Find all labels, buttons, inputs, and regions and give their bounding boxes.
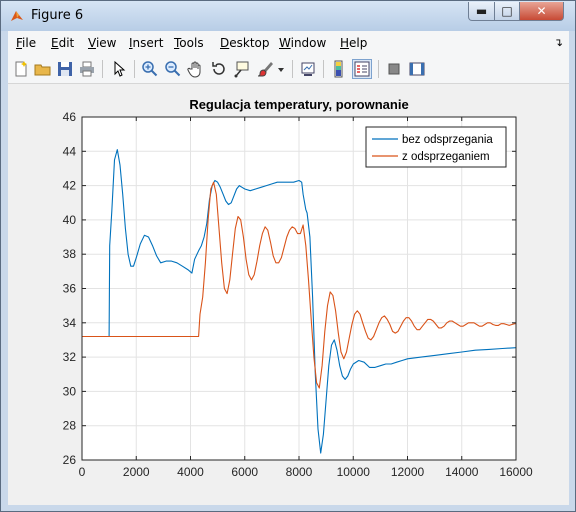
brush-icon xyxy=(257,62,273,77)
menu-edit[interactable]: Edit xyxy=(51,36,74,50)
line-chart[interactable]: 0 2000 4000 6000 8000 10000 12000 14000 16000 26 2… xyxy=(8,84,569,505)
data-cursor-button[interactable] xyxy=(232,59,252,79)
legend-label-2: z odsprzeganiem xyxy=(402,151,490,163)
link-plot-icon xyxy=(301,62,315,76)
menu-help[interactable]: Help xyxy=(340,36,367,50)
matlab-logo-icon xyxy=(11,11,23,21)
y-tick-label: 36 xyxy=(63,282,77,296)
insert-legend-button[interactable] xyxy=(352,59,372,79)
figure-client-area: File Edit View Insert Tools Desktop Wind… xyxy=(8,31,569,505)
chart-title: Regulacja temperatury, porownanie xyxy=(189,97,408,112)
menu-view[interactable]: View xyxy=(88,36,116,50)
minimize-icon: ▬ xyxy=(475,4,488,18)
edit-plot-button[interactable] xyxy=(109,59,129,79)
zoom-in-button[interactable] xyxy=(140,59,160,79)
menu-window[interactable]: Window xyxy=(279,36,326,50)
y-tick-label: 32 xyxy=(63,350,77,364)
pan-button[interactable] xyxy=(186,59,206,79)
menu-bar: File Edit View Insert Tools Desktop Wind… xyxy=(8,31,569,55)
y-tick-label: 34 xyxy=(63,316,77,330)
hide-plot-tools-button[interactable] xyxy=(384,59,404,79)
plot-area: 0 2000 4000 6000 8000 10000 12000 14000 16000 26 2… xyxy=(8,84,569,505)
menu-insert[interactable]: Insert xyxy=(129,36,163,50)
link-plot-button[interactable] xyxy=(298,59,318,79)
toolbar-separator xyxy=(134,60,135,78)
close-button[interactable]: ✕ xyxy=(519,2,564,21)
figure-toolbar xyxy=(8,55,569,84)
insert-colorbar-button[interactable] xyxy=(330,59,350,79)
dropdown-arrow-icon xyxy=(278,68,284,72)
open-file-button[interactable] xyxy=(33,59,53,79)
x-tick-label: 14000 xyxy=(445,465,479,479)
brush-button[interactable] xyxy=(255,59,275,79)
y-tick-label: 26 xyxy=(63,453,77,467)
window-title: Figure 6 xyxy=(31,8,84,23)
y-tick-label: 46 xyxy=(63,110,77,124)
zoom-out-icon xyxy=(165,61,181,77)
maximize-button[interactable]: □ xyxy=(494,2,520,21)
x-tick-label: 0 xyxy=(79,465,86,479)
zoom-in-icon xyxy=(142,61,158,77)
y-tick-label: 28 xyxy=(63,419,77,433)
floppy-disk-icon xyxy=(58,62,72,76)
colorbar-icon xyxy=(334,60,343,78)
zoom-out-button[interactable] xyxy=(163,59,183,79)
close-icon: ✕ xyxy=(536,4,547,18)
y-tick-label: 40 xyxy=(63,213,77,227)
x-tick-label: 6000 xyxy=(231,465,258,479)
toolbar-separator xyxy=(292,60,293,78)
hide-plot-tools-icon xyxy=(388,63,400,75)
print-button[interactable] xyxy=(77,59,97,79)
minimize-button[interactable]: ▬ xyxy=(468,2,495,21)
toolbar-separator xyxy=(102,60,103,78)
x-tick-label: 16000 xyxy=(499,465,533,479)
menu-desktop[interactable]: Desktop xyxy=(220,36,270,50)
show-plot-tools-button[interactable] xyxy=(407,59,427,79)
save-button[interactable] xyxy=(55,59,75,79)
x-tick-label: 8000 xyxy=(286,465,313,479)
maximize-icon: □ xyxy=(501,4,513,18)
x-tick-label: 12000 xyxy=(391,465,425,479)
x-tick-label: 4000 xyxy=(177,465,204,479)
y-tick-label: 44 xyxy=(63,144,77,158)
y-tick-label: 42 xyxy=(63,179,77,193)
new-figure-button[interactable] xyxy=(11,59,31,79)
new-file-icon xyxy=(15,61,27,77)
pointer-arrow-icon xyxy=(114,60,126,77)
legend-icon xyxy=(354,61,370,77)
brush-dropdown-button[interactable] xyxy=(276,59,286,79)
toolbar-separator xyxy=(323,60,324,78)
x-tick-label: 10000 xyxy=(337,465,371,479)
legend-label-1: bez odsprzegania xyxy=(402,134,493,146)
data-cursor-icon xyxy=(234,61,249,78)
rotate-3d-button[interactable] xyxy=(209,59,229,79)
show-plot-tools-icon xyxy=(409,62,425,76)
toolbar-separator xyxy=(378,60,379,78)
hand-icon xyxy=(187,61,201,78)
menu-file[interactable]: File xyxy=(16,36,36,50)
y-tick-label: 30 xyxy=(63,384,77,398)
y-tick-label: 38 xyxy=(63,247,77,261)
folder-icon xyxy=(34,64,51,76)
title-bar[interactable]: Figure 6 ▬ □ ✕ xyxy=(1,1,575,31)
rotate-icon xyxy=(212,62,225,75)
x-tick-label: 2000 xyxy=(123,465,150,479)
figure-window: Figure 6 ▬ □ ✕ File Edit View Insert Too… xyxy=(0,0,576,512)
menu-tools[interactable]: Tools xyxy=(174,36,204,50)
dock-figure-icon[interactable]: ↴ xyxy=(554,36,563,49)
printer-icon xyxy=(80,61,94,77)
